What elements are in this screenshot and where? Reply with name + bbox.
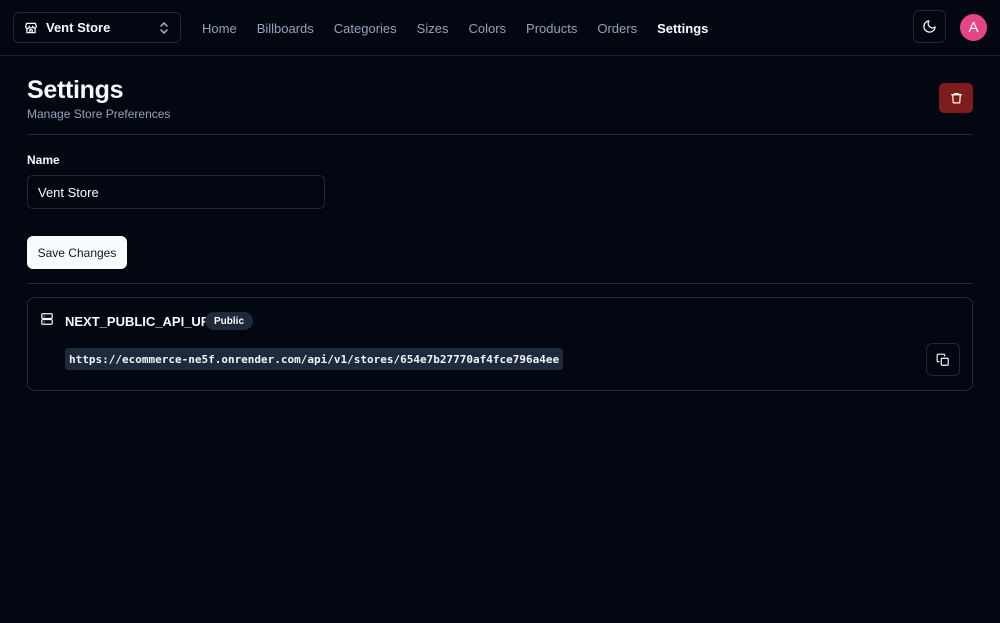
page-title: Settings xyxy=(27,76,124,104)
store-name: Vent Store xyxy=(46,20,111,35)
page-subtitle: Manage Store Preferences xyxy=(27,107,171,121)
api-alert-card: NEXT_PUBLIC_API_URL Public https://ecomm… xyxy=(27,297,973,391)
nav-link-home[interactable]: Home xyxy=(202,21,237,36)
header-separator xyxy=(27,134,973,135)
store-icon xyxy=(24,21,38,35)
server-icon xyxy=(40,312,54,326)
delete-store-button[interactable] xyxy=(939,83,973,113)
chevrons-up-down-icon xyxy=(158,21,170,35)
theme-toggle-button[interactable] xyxy=(913,10,946,43)
nav-link-billboards[interactable]: Billboards xyxy=(257,21,314,36)
copy-url-button[interactable] xyxy=(926,343,960,376)
moon-icon xyxy=(922,19,937,34)
public-badge: Public xyxy=(205,312,254,330)
name-label: Name xyxy=(27,153,60,167)
nav-link-products[interactable]: Products xyxy=(526,21,577,36)
nav-link-categories[interactable]: Categories xyxy=(334,21,397,36)
store-name-input[interactable] xyxy=(27,175,325,209)
user-avatar[interactable]: A xyxy=(960,14,987,41)
nav-link-settings[interactable]: Settings xyxy=(657,21,708,36)
api-alert-title: NEXT_PUBLIC_API_URL xyxy=(65,314,219,329)
nav-link-sizes[interactable]: Sizes xyxy=(417,21,449,36)
trash-icon xyxy=(950,91,963,105)
copy-icon xyxy=(936,353,950,367)
nav-link-orders[interactable]: Orders xyxy=(597,21,637,36)
form-separator xyxy=(27,283,973,284)
navbar: Vent Store Home Billboards Categories Si… xyxy=(0,0,1000,56)
store-switcher[interactable]: Vent Store xyxy=(13,12,181,43)
nav-link-colors[interactable]: Colors xyxy=(468,21,506,36)
main-nav: Home Billboards Categories Sizes Colors … xyxy=(202,0,728,56)
save-changes-button[interactable]: Save Changes xyxy=(27,236,127,269)
api-url: https://ecommerce-ne5f.onrender.com/api/… xyxy=(65,348,564,370)
